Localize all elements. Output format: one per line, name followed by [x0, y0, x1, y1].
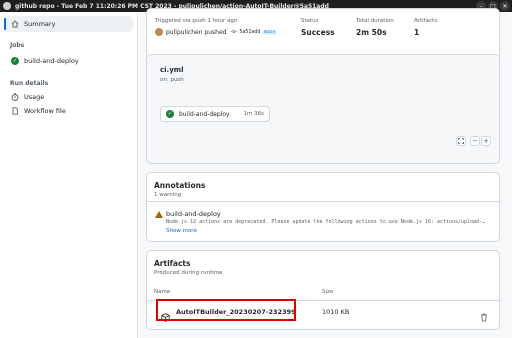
status-value: Success	[301, 28, 335, 37]
zoom-in-button[interactable]: +	[481, 136, 491, 146]
run-details-heading: Run details	[10, 80, 49, 87]
workflow-graph-card: ci.yml on: push ✓ build-and-deploy 1m 36…	[146, 54, 500, 164]
push-action: pushed	[204, 28, 227, 36]
artifact-size: 1010 KB	[322, 308, 350, 316]
annotations-card: Annotations 1 warning build-and-deploy N…	[146, 172, 501, 242]
commit-link[interactable]: 5a51add	[239, 29, 260, 35]
close-button[interactable]: ✕	[500, 1, 510, 11]
annotation-job-link[interactable]: build-and-deploy	[166, 210, 221, 218]
sidebar-item-label: Summary	[24, 20, 56, 28]
job-node-name: build-and-deploy	[179, 110, 230, 118]
branch-badge[interactable]: main	[262, 29, 278, 35]
check-circle-icon: ✓	[11, 57, 19, 65]
avatar	[155, 28, 163, 36]
zoom-out-button[interactable]: −	[470, 136, 480, 146]
job-node[interactable]: ✓ build-and-deploy 1m 36s	[160, 106, 270, 122]
job-node-time: 1m 36s	[243, 111, 264, 117]
column-header-size: Size	[322, 289, 334, 295]
sidebar-item-summary[interactable]: Summary	[4, 16, 133, 32]
trash-icon[interactable]	[480, 307, 488, 326]
trigger-label: Triggered via push 1 hour ago	[155, 18, 238, 24]
workflow-file-name[interactable]: ci.yml	[160, 66, 183, 74]
artifacts-title: Artifacts	[154, 259, 191, 268]
annotations-count: 1 warning	[154, 192, 182, 198]
warning-icon	[155, 211, 163, 218]
duration-label: Total duration	[356, 18, 394, 24]
home-icon	[11, 20, 19, 28]
push-info: pulipulichen pushed -o- 5a51add main	[155, 28, 278, 36]
artifacts-subtitle: Produced during runtime	[154, 270, 223, 276]
artifacts-count-value: 1	[414, 28, 420, 37]
sidebar-item-label: Workflow file	[24, 107, 66, 115]
annotation-message: Node.js 12 actions are deprecated. Pleas…	[166, 219, 486, 225]
run-summary-card: Triggered via push 1 hour ago pulipulich…	[146, 8, 500, 60]
commit-icon: -o-	[230, 29, 238, 35]
show-more-link[interactable]: Show more	[166, 228, 197, 234]
sidebar-item-label: build-and-deploy	[24, 57, 79, 65]
duration-value: 2m 50s	[356, 28, 387, 37]
file-icon	[11, 107, 19, 115]
artifacts-card: Artifacts Produced during runtime Name S…	[146, 250, 501, 330]
highlight-box	[156, 299, 296, 321]
artifacts-count-label: Artifacts	[414, 18, 438, 24]
sidebar-item-workflow-file[interactable]: Workflow file	[5, 103, 133, 119]
column-header-name: Name	[154, 289, 171, 295]
sidebar-item-job[interactable]: ✓ build-and-deploy	[5, 53, 133, 69]
app-icon	[3, 2, 11, 10]
status-label: Status	[301, 18, 319, 24]
sidebar-item-label: Usage	[24, 93, 45, 101]
sidebar: Summary Jobs ✓ build-and-deploy Run deta…	[0, 12, 138, 338]
check-circle-icon: ✓	[166, 110, 174, 118]
jobs-heading: Jobs	[10, 42, 25, 49]
stopwatch-icon	[11, 93, 19, 101]
main-content: Triggered via push 1 hour ago pulipulich…	[139, 8, 512, 338]
workflow-trigger: on: push	[160, 77, 184, 83]
fullscreen-button[interactable]	[456, 136, 466, 146]
divider	[147, 201, 501, 202]
annotations-title: Annotations	[154, 181, 206, 190]
user-link[interactable]: pulipulichen	[166, 29, 203, 36]
